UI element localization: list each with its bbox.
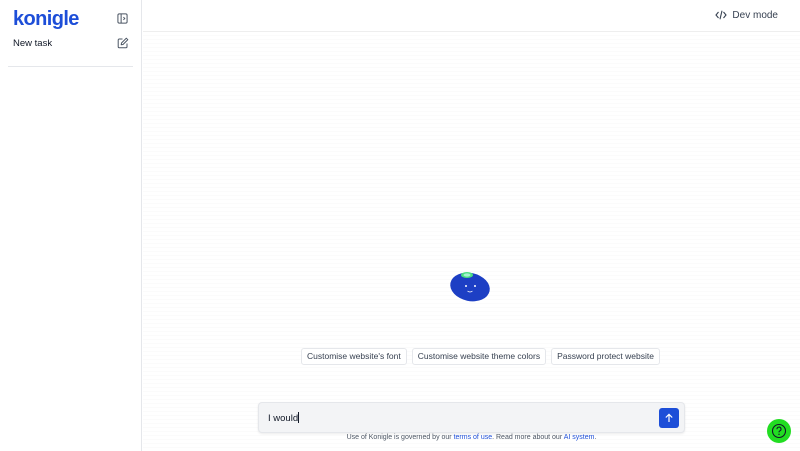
konigle-logo[interactable]: konigle — [13, 8, 79, 30]
message-input-value: I would — [268, 413, 299, 424]
arrow-up-icon — [665, 413, 673, 422]
edit-icon[interactable] — [117, 37, 129, 49]
sidebar-toggle-button[interactable] — [116, 12, 129, 25]
ai-system-link[interactable]: AI system — [564, 434, 595, 441]
help-button[interactable] — [767, 419, 791, 443]
mascot-image — [450, 272, 490, 302]
suggestion-chips: Customise website's font Customise websi… — [301, 348, 660, 365]
sidebar-toggle-icon — [117, 13, 128, 24]
question-icon — [771, 423, 787, 439]
message-input-box[interactable]: I would — [258, 402, 685, 433]
sidebar: konigle New task — [0, 0, 142, 451]
new-task-label: New task — [13, 38, 53, 49]
suggestion-chip-theme-colors[interactable]: Customise website theme colors — [411, 348, 547, 365]
code-icon — [715, 10, 728, 20]
sidebar-divider — [8, 66, 133, 67]
text-caret — [298, 412, 300, 423]
disclaimer-suffix: . — [594, 434, 597, 441]
new-task-item[interactable]: New task — [0, 36, 142, 54]
send-button[interactable] — [659, 408, 679, 428]
top-bar: Dev mode — [143, 0, 800, 32]
dev-mode-label: Dev mode — [732, 9, 778, 21]
disclaimer-prefix: Use of Konigle is governed by our — [346, 434, 454, 441]
terms-of-use-link[interactable]: terms of use — [454, 434, 493, 441]
disclaimer-text: Use of Konigle is governed by our terms … — [143, 434, 800, 441]
suggestion-chip-font[interactable]: Customise website's font — [301, 348, 407, 365]
suggestion-chip-password[interactable]: Password protect website — [551, 348, 660, 365]
disclaimer-middle: . Read more about our — [492, 434, 564, 441]
dev-mode-button[interactable]: Dev mode — [715, 9, 778, 21]
main-panel: Dev mode Customise website's font Custom… — [143, 0, 800, 451]
message-input[interactable]: I would — [268, 412, 300, 424]
